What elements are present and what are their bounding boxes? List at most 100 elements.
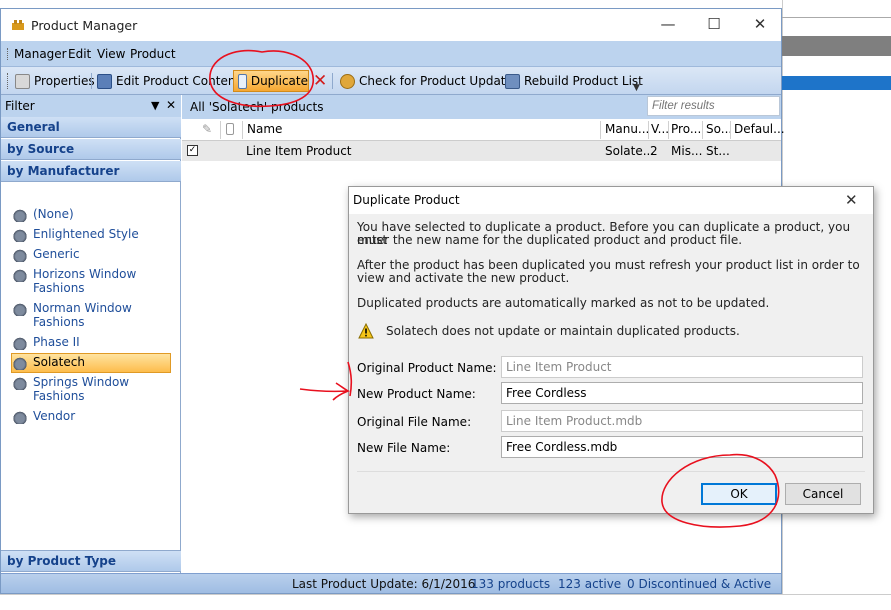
- close-panel-icon[interactable]: ✕: [166, 98, 176, 112]
- manufacturer-label: Vendor: [33, 409, 76, 423]
- background-strip: [782, 8, 891, 18]
- col-version[interactable]: V...: [651, 122, 669, 136]
- new-product-name-input[interactable]: Free Cordless: [501, 382, 863, 404]
- ok-button[interactable]: OK: [701, 483, 777, 505]
- edit-product-content-button[interactable]: Edit Product Content: [97, 71, 240, 91]
- navigation-panel: Filter ▼ ✕ General by Source by Manufact…: [1, 95, 181, 573]
- background-grid-bottom: [0, 594, 891, 610]
- manufacturer-item[interactable]: Generic: [13, 247, 80, 262]
- menu-view[interactable]: View: [97, 47, 125, 61]
- cell-source: St...: [706, 144, 730, 158]
- new-file-label: New File Name:: [357, 441, 451, 455]
- delete-icon[interactable]: ✕: [313, 71, 327, 91]
- toolbar-overflow-icon[interactable]: ▼: [633, 83, 640, 93]
- manufacturer-item[interactable]: Phase II: [13, 335, 80, 350]
- original-product-field: Line Item Product: [501, 356, 863, 378]
- manufacturer-item[interactable]: (None): [13, 207, 74, 222]
- new-file-name-input[interactable]: Free Cordless.mdb: [501, 436, 863, 458]
- nav-by-manufacturer[interactable]: by Manufacturer: [1, 161, 181, 182]
- filter-label: Filter: [5, 99, 35, 113]
- dialog-not-updated-note: Duplicated products are automatically ma…: [357, 296, 770, 310]
- edit-content-icon: [97, 73, 112, 89]
- col-product-type[interactable]: Pro...: [671, 122, 701, 136]
- nav-by-product-type[interactable]: by Product Type: [1, 550, 181, 572]
- manufacturer-item[interactable]: Springs Window Fashions: [13, 375, 129, 403]
- last-update-status: Last Product Update: 6/1/2016: [292, 577, 476, 591]
- menu-grip: [7, 48, 10, 60]
- manufacturer-label: Phase II: [33, 335, 80, 349]
- duplicate-button[interactable]: Duplicate: [233, 70, 309, 92]
- dialog-refresh-line2: view and activate the new product.: [357, 271, 570, 285]
- products-heading: All 'Solatech' products: [190, 100, 324, 114]
- close-window-button[interactable]: ✕: [745, 13, 775, 35]
- nav-general[interactable]: General: [1, 117, 181, 138]
- col-name[interactable]: Name: [247, 122, 282, 136]
- original-product-label: Original Product Name:: [357, 361, 497, 375]
- pin-icon[interactable]: ▼: [151, 99, 159, 112]
- delete-column-icon[interactable]: [226, 123, 234, 135]
- window-title: Product Manager: [31, 18, 138, 33]
- column-separator: [730, 121, 731, 139]
- properties-button[interactable]: Properties: [15, 71, 95, 91]
- column-separator: [702, 121, 703, 139]
- maximize-button[interactable]: ☐: [699, 13, 729, 35]
- manufacturer-icon: [13, 356, 27, 370]
- manufacturer-item[interactable]: Horizons Window Fashions: [13, 267, 136, 295]
- original-file-field: Line Item Product.mdb: [501, 410, 863, 432]
- cell-version: 2: [650, 144, 658, 158]
- menu-manager[interactable]: Manager: [14, 47, 67, 61]
- new-product-label: New Product Name:: [357, 387, 476, 401]
- manufacturer-icon: [13, 302, 27, 316]
- column-separator: [668, 121, 669, 139]
- manufacturer-icon: [13, 336, 27, 350]
- filter-results-input[interactable]: [647, 96, 780, 116]
- manufacturer-item[interactable]: Norman Window Fashions: [13, 301, 132, 329]
- duplicate-product-dialog: Duplicate Product ✕ You have selected to…: [348, 186, 874, 514]
- column-separator: [242, 121, 243, 139]
- manufacturer-item[interactable]: Solatech: [13, 355, 85, 370]
- manufacturer-icon: [13, 228, 27, 242]
- col-source[interactable]: So...: [706, 122, 732, 136]
- cell-name: Line Item Product: [246, 144, 352, 158]
- warning-icon: [358, 323, 374, 339]
- menu-edit[interactable]: Edit: [68, 47, 91, 61]
- nav-by-source[interactable]: by Source: [1, 139, 181, 160]
- column-separator: [220, 121, 221, 139]
- minimize-button[interactable]: —: [653, 13, 683, 35]
- toolbar-grip: [7, 73, 10, 89]
- dialog-warning-text: Solatech does not update or maintain dup…: [386, 324, 740, 338]
- manufacturer-item[interactable]: Vendor: [13, 409, 75, 424]
- column-separator: [600, 121, 601, 139]
- manufacturer-label: Solatech: [33, 355, 85, 369]
- discontinued-count: 0 Discontinued & Active: [627, 577, 772, 591]
- edit-column-icon[interactable]: ✎: [202, 122, 212, 136]
- manufacturer-label: (None): [33, 207, 74, 221]
- column-separator: [648, 121, 649, 139]
- product-count: 133 products: [471, 577, 551, 591]
- cancel-button[interactable]: Cancel: [785, 483, 861, 505]
- cell-product-type: Mis...: [671, 144, 703, 158]
- duplicate-icon: [238, 73, 247, 89]
- manufacturer-item[interactable]: Enlightened Style: [13, 227, 139, 242]
- manufacturer-icon: [13, 376, 27, 390]
- manufacturer-label: Springs Window Fashions: [33, 375, 130, 403]
- active-count: 123 active: [558, 577, 622, 591]
- dialog-title-bar: Duplicate Product ✕: [349, 187, 873, 214]
- toolbar-separator: [91, 73, 92, 89]
- status-bar: Last Product Update: 6/1/2016 133 produc…: [1, 573, 781, 593]
- gear-icon: [340, 73, 355, 89]
- cell-manufacturer: Solate...: [605, 144, 655, 158]
- manufacturer-label: Norman Window Fashions: [33, 301, 132, 329]
- col-manufacturer[interactable]: Manu...: [605, 122, 649, 136]
- manufacturer-icon: [13, 208, 27, 222]
- manufacturer-label: Generic: [33, 247, 80, 261]
- manufacturer-label: Enlightened Style: [33, 227, 139, 241]
- col-default[interactable]: Defaul...: [734, 122, 785, 136]
- table-row[interactable]: ✓ Line Item Product Solate... 2 Mis... S…: [182, 141, 781, 161]
- check-updates-button[interactable]: Check for Product Updates: [340, 71, 519, 91]
- rebuild-product-list-button[interactable]: Rebuild Product List: [505, 71, 643, 91]
- filter-header: Filter ▼ ✕: [1, 95, 181, 117]
- dialog-close-icon[interactable]: ✕: [845, 191, 858, 209]
- row-checkbox[interactable]: ✓: [187, 145, 198, 156]
- menu-product[interactable]: Product: [130, 47, 176, 61]
